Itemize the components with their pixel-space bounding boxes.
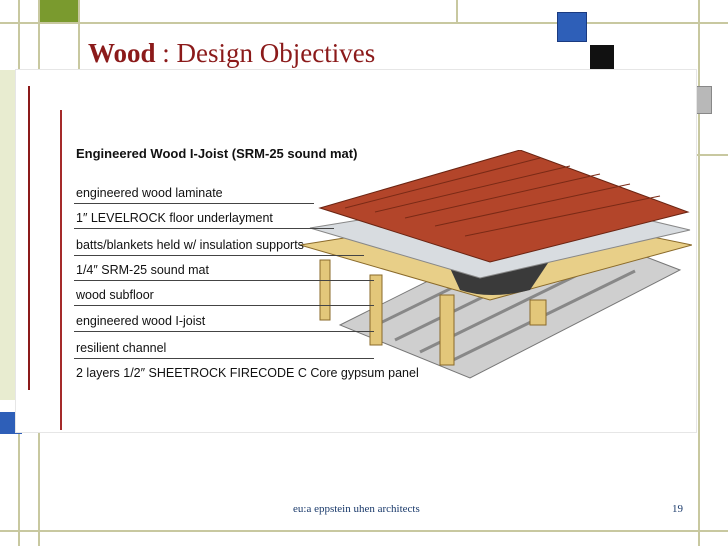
layer-label: engineered wood laminate — [76, 186, 223, 200]
leader-line — [74, 280, 374, 281]
frame-line-right2 — [696, 154, 728, 156]
slide-title: Wood : Design Objectives — [88, 38, 375, 69]
layer-label: batts/blankets held w/ insulation suppor… — [76, 238, 304, 252]
layer-label: 1″ LEVELROCK floor underlayment — [76, 211, 273, 225]
leader-line — [74, 305, 374, 306]
frame-line-right — [698, 0, 700, 546]
slide-title-rest: : Design Objectives — [155, 38, 376, 68]
footer-text: eu:a eppstein uhen architects — [293, 503, 420, 515]
leader-line — [74, 331, 374, 332]
panel-accent-line — [28, 86, 30, 390]
frame-line-top — [0, 22, 728, 24]
layer-label: 1/4″ SRM-25 sound mat — [76, 263, 209, 277]
page-number: 19 — [672, 503, 683, 515]
panel-accent-line-2 — [60, 110, 62, 430]
left-green-bar-icon — [0, 70, 16, 400]
floor-assembly-illustration — [300, 150, 692, 379]
frame-line-bottom — [0, 530, 728, 532]
corner-square-green-icon — [40, 0, 78, 22]
layer-label: engineered wood I-joist — [76, 314, 206, 328]
square-black-icon — [590, 45, 614, 71]
leader-line — [74, 203, 314, 204]
leader-line — [74, 358, 374, 359]
frame-line-mid — [456, 0, 458, 22]
layer-label: wood subfloor — [76, 288, 154, 302]
layer-label: 2 layers 1/2″ SHEETROCK FIRECODE C Core … — [76, 366, 419, 380]
slide-title-bold: Wood — [88, 38, 156, 68]
leader-line — [74, 255, 364, 256]
layer-label: resilient channel — [76, 341, 167, 355]
square-blue-icon — [557, 12, 587, 42]
leader-line — [74, 228, 334, 229]
frame-line-left3 — [78, 0, 80, 70]
